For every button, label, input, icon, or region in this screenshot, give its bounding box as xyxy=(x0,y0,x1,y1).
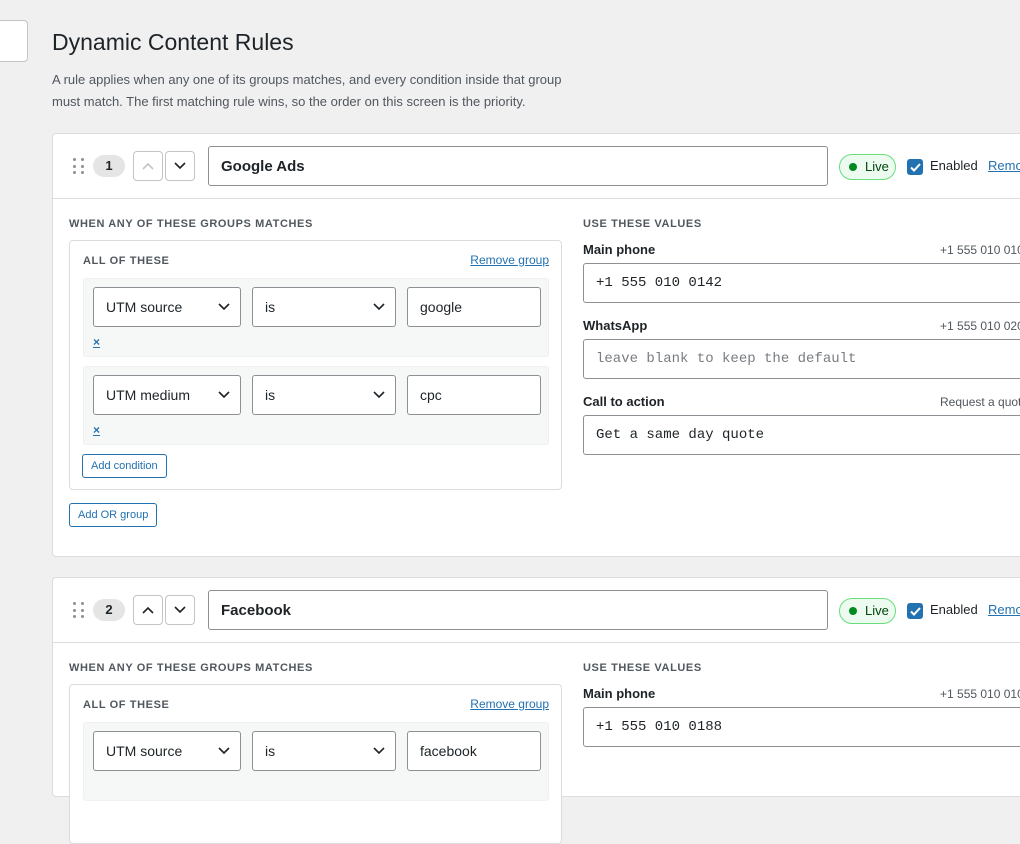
add-condition-button[interactable]: Add condition xyxy=(82,454,167,478)
chevron-down-icon xyxy=(373,391,385,399)
group-label: ALL OF THESE xyxy=(83,699,170,711)
chevron-down-icon xyxy=(373,747,385,755)
chevron-down-icon xyxy=(218,303,230,311)
chevron-down-icon xyxy=(174,162,186,170)
groups-section-label: WHEN ANY OF THESE GROUPS MATCHES xyxy=(69,218,313,230)
page-intro: A rule applies when any one of its group… xyxy=(52,72,562,109)
condition-group: ALL OF THESE Remove group UTM source is … xyxy=(69,240,562,490)
enabled-label: Enabled xyxy=(930,158,978,173)
condition-group: ALL OF THESE Remove group UTM source is xyxy=(69,684,562,844)
status-label: Live xyxy=(865,603,889,618)
enabled-checkbox[interactable] xyxy=(907,603,923,619)
values-section-label: USE THESE VALUES xyxy=(583,662,702,674)
checkmark-icon xyxy=(909,162,921,172)
rule-name-input[interactable] xyxy=(208,146,828,186)
condition-field-value: UTM source xyxy=(106,743,183,759)
chevron-down-icon xyxy=(218,747,230,755)
chevron-down-icon xyxy=(218,391,230,399)
status-badge: Live xyxy=(839,598,896,624)
rule-header: 1 Live Enabled Remove xyxy=(53,134,1020,199)
condition-operator-value: is xyxy=(265,387,276,403)
drag-handle-icon[interactable] xyxy=(73,602,85,620)
move-down-button[interactable] xyxy=(165,151,195,181)
condition-field-value: UTM medium xyxy=(106,387,191,403)
remove-group-link[interactable]: Remove group xyxy=(470,697,549,711)
main-phone-label: Main phone xyxy=(583,242,656,257)
condition-row: UTM medium is × xyxy=(83,366,549,445)
enabled-checkbox[interactable] xyxy=(907,159,923,175)
condition-row: UTM source is × xyxy=(83,278,549,357)
condition-operator-value: is xyxy=(265,743,276,759)
remove-condition-link[interactable]: × xyxy=(93,423,100,437)
groups-section-label: WHEN ANY OF THESE GROUPS MATCHES xyxy=(69,662,313,674)
remove-group-link[interactable]: Remove group xyxy=(470,253,549,267)
condition-row: UTM source is xyxy=(83,722,549,801)
main-phone-label: Main phone xyxy=(583,686,656,701)
main-phone-default: +1 555 010 0100 xyxy=(940,687,1020,701)
cta-default: Request a quote xyxy=(940,395,1020,409)
rule-card: 2 Live Enabled Remove WHEN ANY OF THESE … xyxy=(52,577,1020,844)
condition-operator-select[interactable]: is xyxy=(252,287,396,327)
condition-operator-value: is xyxy=(265,299,276,315)
rule-card: 1 Live Enabled Remove WHEN ANY OF THESE … xyxy=(52,133,1020,557)
move-up-button[interactable] xyxy=(133,151,163,181)
chevron-up-icon xyxy=(142,162,154,170)
rule-number-badge: 2 xyxy=(93,599,125,621)
page-title: Dynamic Content Rules xyxy=(52,29,294,55)
condition-field-select[interactable]: UTM source xyxy=(93,731,241,771)
main-phone-default: +1 555 010 0100 xyxy=(940,243,1020,257)
group-label: ALL OF THESE xyxy=(83,255,170,267)
condition-field-select[interactable]: UTM medium xyxy=(93,375,241,415)
rule-header: 2 Live Enabled Remove xyxy=(53,578,1020,643)
move-up-button[interactable] xyxy=(133,595,163,625)
remove-condition-link[interactable]: × xyxy=(93,335,100,349)
remove-rule-link[interactable]: Remove xyxy=(988,158,1020,173)
status-label: Live xyxy=(865,159,889,174)
add-or-group-button[interactable]: Add OR group xyxy=(69,503,158,527)
condition-operator-select[interactable]: is xyxy=(252,731,396,771)
rule-number-badge: 1 xyxy=(93,155,125,177)
values-section-label: USE THESE VALUES xyxy=(583,218,702,230)
condition-operator-select[interactable]: is xyxy=(252,375,396,415)
sidebar-edge xyxy=(0,20,28,62)
condition-value-input[interactable] xyxy=(407,375,541,415)
condition-value-input[interactable] xyxy=(407,731,541,771)
condition-field-value: UTM source xyxy=(106,299,183,315)
status-dot-icon xyxy=(849,163,857,171)
rule-name-input[interactable] xyxy=(208,590,828,630)
chevron-down-icon xyxy=(174,606,186,614)
status-badge: Live xyxy=(839,154,896,180)
condition-field-select[interactable]: UTM source xyxy=(93,287,241,327)
checkmark-icon xyxy=(909,606,921,616)
chevron-down-icon xyxy=(373,303,385,311)
remove-rule-link[interactable]: Remove xyxy=(988,602,1020,617)
condition-value-input[interactable] xyxy=(407,287,541,327)
cta-input[interactable] xyxy=(583,415,1020,455)
drag-handle-icon[interactable] xyxy=(73,158,85,176)
whatsapp-label: WhatsApp xyxy=(583,318,648,333)
cta-label: Call to action xyxy=(583,394,665,409)
whatsapp-input[interactable] xyxy=(583,339,1020,379)
status-dot-icon xyxy=(849,607,857,615)
whatsapp-default: +1 555 010 0200 xyxy=(940,319,1020,333)
chevron-up-icon xyxy=(142,606,154,614)
move-down-button[interactable] xyxy=(165,595,195,625)
main-phone-input[interactable] xyxy=(583,707,1020,747)
main-phone-input[interactable] xyxy=(583,263,1020,303)
enabled-label: Enabled xyxy=(930,602,978,617)
